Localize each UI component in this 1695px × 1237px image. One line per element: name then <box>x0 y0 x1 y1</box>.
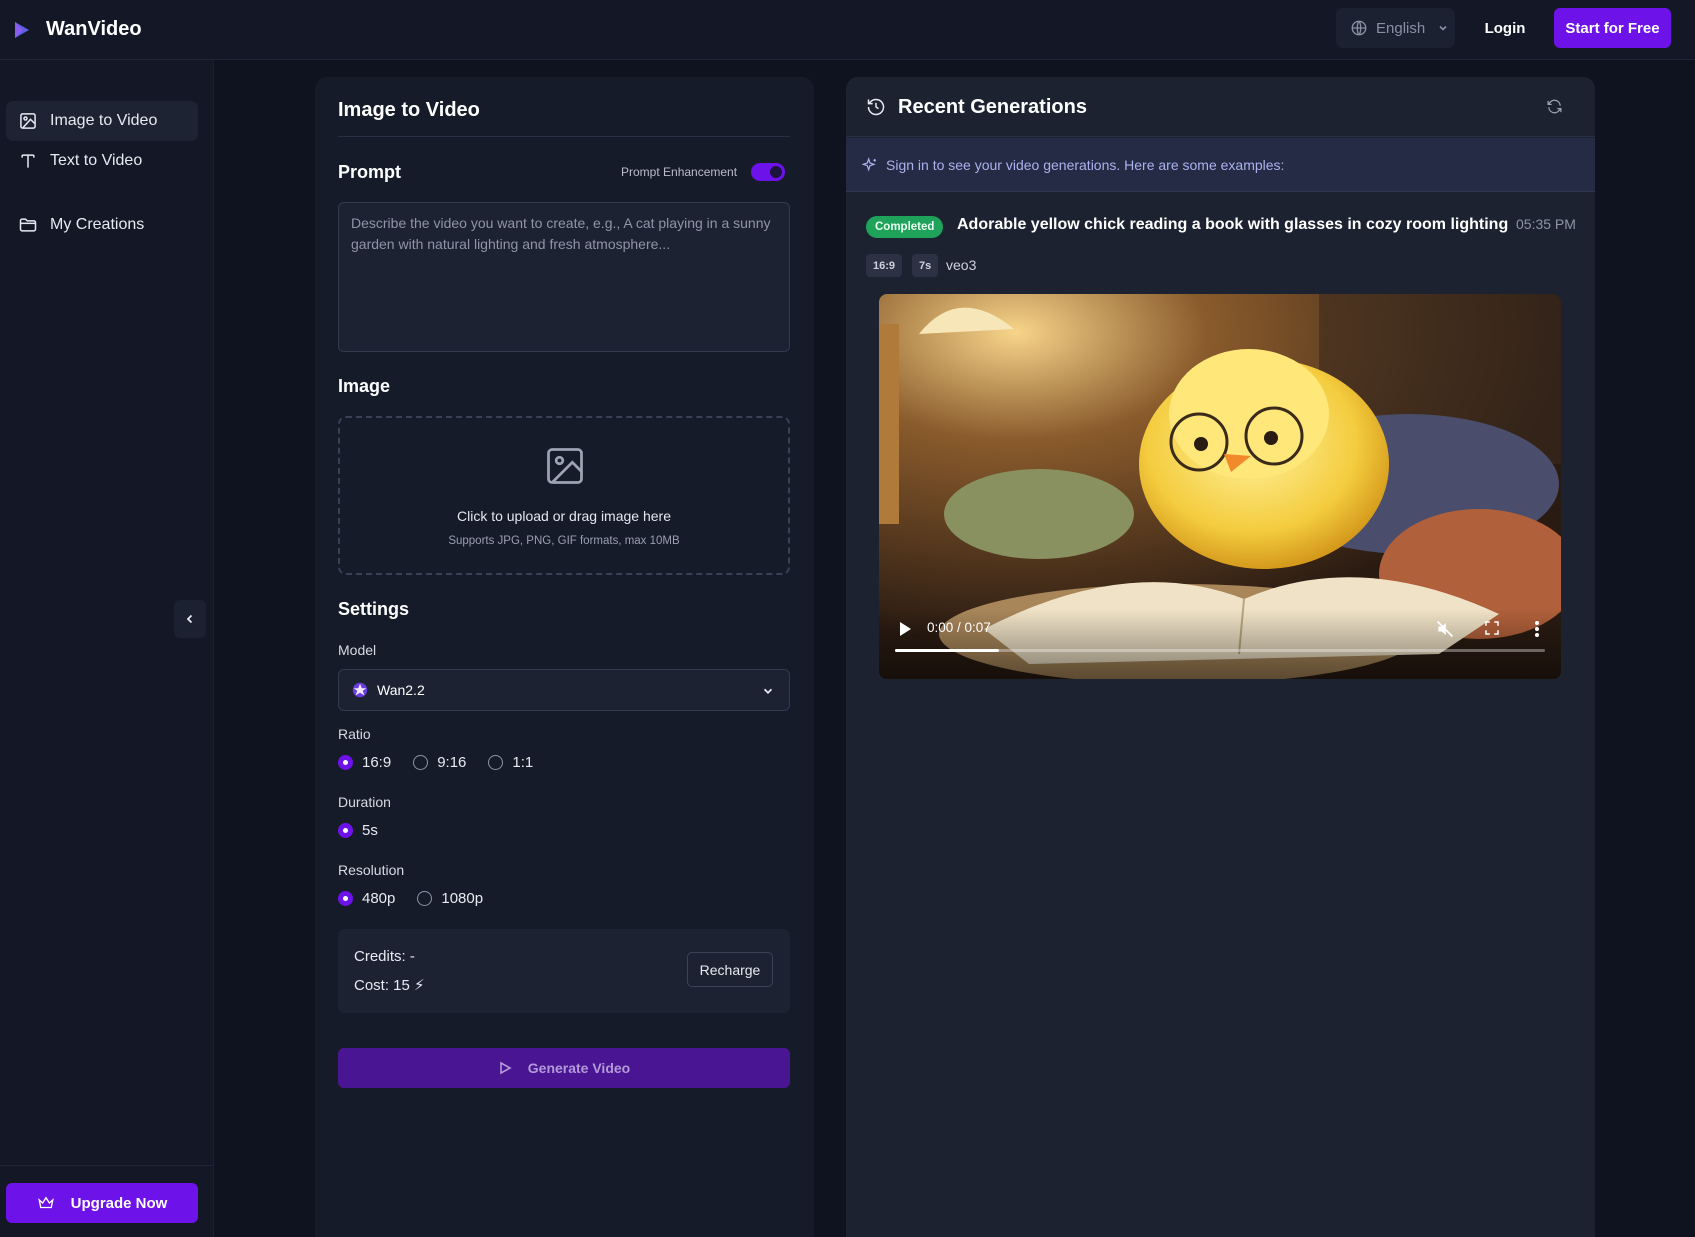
video-progress-bar[interactable] <box>895 649 1545 652</box>
wanvideo-logo-icon <box>15 21 29 38</box>
image-to-video-form: Image to Video Prompt Prompt Enhancement… <box>315 77 814 1237</box>
ratio-option-label: 9:16 <box>437 754 467 771</box>
sidebar-item-text-to-video[interactable]: Text to Video <box>6 141 198 181</box>
image-icon <box>20 113 36 129</box>
generate-label: Generate Video <box>527 1060 631 1076</box>
status-badge: Completed <box>866 216 944 238</box>
resolution-option-480p[interactable]: 480p <box>338 890 395 907</box>
image-upload-dropzone[interactable]: Click to upload or drag image here Suppo… <box>338 416 790 575</box>
more-options-icon[interactable] <box>1533 619 1541 639</box>
prompt-input[interactable]: Describe the video you want to create, e… <box>338 202 790 352</box>
ratio-option-1-1[interactable]: 1:1 <box>488 754 533 771</box>
chevron-left-icon <box>186 614 193 624</box>
generation-time: 05:35 PM <box>1516 216 1576 232</box>
volume-muted-icon[interactable] <box>1435 619 1455 639</box>
ratio-option-16-9[interactable]: 16:9 <box>338 754 391 771</box>
video-controls: 0:00 / 0:07 <box>879 609 1561 679</box>
video-time: 0:00 / 0:07 <box>927 620 991 635</box>
video-progress-fill <box>895 649 999 652</box>
language-label: English <box>1376 19 1426 37</box>
brand-name: WanVideo <box>46 18 142 40</box>
ratio-option-label: 16:9 <box>362 754 392 771</box>
top-bar: WanVideo English Login Start for Free <box>0 0 1695 60</box>
login-button[interactable]: Login <box>1472 8 1538 48</box>
sign-in-notice: Sign in to see your video generations. H… <box>846 138 1595 192</box>
resolution-option-label: 1080p <box>441 890 484 907</box>
prompt-heading: Prompt <box>338 162 401 182</box>
resolution-option-label: 480p <box>362 890 396 907</box>
form-title: Image to Video <box>338 99 480 121</box>
sidebar-item-label: My Creations <box>50 216 145 233</box>
settings-heading: Settings <box>338 599 410 619</box>
model-value: Wan2.2 <box>377 682 425 698</box>
image-upload-icon <box>547 448 583 484</box>
duration-option-label: 5s <box>362 822 378 839</box>
upload-instructions: Click to upload or drag image here <box>456 508 671 524</box>
chevron-down-icon <box>763 688 773 694</box>
credits-value: Credits: - <box>354 948 415 965</box>
history-icon <box>867 98 885 116</box>
ratio-option-9-16[interactable]: 9:16 <box>413 754 466 771</box>
ratio-option-label: 1:1 <box>512 754 534 771</box>
notice-text: Sign in to see your video generations. H… <box>886 156 1285 173</box>
duration-option-5s[interactable]: 5s <box>338 822 378 839</box>
upgrade-now-button[interactable]: Upgrade Now <box>6 1183 198 1223</box>
sidebar-item-image-to-video[interactable]: Image to Video <box>6 101 198 141</box>
cost-value: Cost: 15 ⚡ <box>354 977 425 994</box>
prompt-enhancement-toggle[interactable] <box>751 163 785 181</box>
model-label: Model <box>338 642 377 658</box>
sidebar-footer: Upgrade Now <box>0 1165 214 1237</box>
image-heading: Image <box>338 376 391 396</box>
recent-title: Recent Generations <box>898 96 1087 118</box>
refresh-icon[interactable] <box>1546 98 1563 115</box>
sidebar-item-label: Image to Video <box>50 112 158 129</box>
chevron-down-icon <box>1439 25 1447 31</box>
model-name: veo3 <box>946 257 977 273</box>
recharge-button[interactable]: Recharge <box>687 952 773 987</box>
duration-radio-group: 5s <box>338 822 400 839</box>
sidebar-item-label: Text to Video <box>50 152 143 169</box>
sparkles-icon <box>862 156 876 172</box>
recent-header: Recent Generations <box>846 77 1595 137</box>
play-icon <box>499 1061 512 1075</box>
ratio-label: Ratio <box>338 726 371 742</box>
resolution-option-1080p[interactable]: 1080p <box>417 890 483 907</box>
model-select[interactable]: Wan2.2 <box>338 669 790 711</box>
resolution-radio-group: 480p 1080p <box>338 890 505 907</box>
generation-title: Adorable yellow chick reading a book wit… <box>957 216 1509 233</box>
play-icon[interactable] <box>898 621 912 637</box>
sidebar: Image to Video Text to Video My Creation… <box>0 60 214 1237</box>
prompt-enhancement-label: Prompt Enhancement <box>621 165 738 179</box>
video-player[interactable]: 0:00 / 0:07 <box>879 294 1561 679</box>
duration-label: Duration <box>338 794 391 810</box>
folder-icon <box>19 218 37 232</box>
text-icon <box>21 154 35 168</box>
crown-icon <box>37 1196 54 1209</box>
wan-model-icon <box>352 682 368 698</box>
ratio-radio-group: 16:9 9:16 1:1 <box>338 754 555 771</box>
ratio-chip: 16:9 <box>866 254 903 277</box>
duration-chip: 7s <box>912 254 939 277</box>
language-select[interactable]: English <box>1336 8 1455 48</box>
resolution-label: Resolution <box>338 862 405 878</box>
recent-generations-panel: Recent Generations Sign in to see your v… <box>846 77 1595 1237</box>
sidebar-item-my-creations[interactable]: My Creations <box>6 205 198 245</box>
upgrade-label: Upgrade Now <box>70 1194 168 1212</box>
brand[interactable]: WanVideo <box>12 18 142 41</box>
fullscreen-icon[interactable] <box>1483 619 1501 637</box>
divider <box>338 136 790 137</box>
globe-icon <box>1351 20 1367 36</box>
credits-panel: Credits: - Cost: 15 ⚡ Recharge <box>338 929 790 1013</box>
generate-video-button[interactable]: Generate Video <box>338 1048 790 1088</box>
collapse-sidebar-button[interactable] <box>174 600 206 638</box>
upload-formats: Supports JPG, PNG, GIF formats, max 10MB <box>448 535 680 547</box>
start-for-free-button[interactable]: Start for Free <box>1554 8 1671 48</box>
